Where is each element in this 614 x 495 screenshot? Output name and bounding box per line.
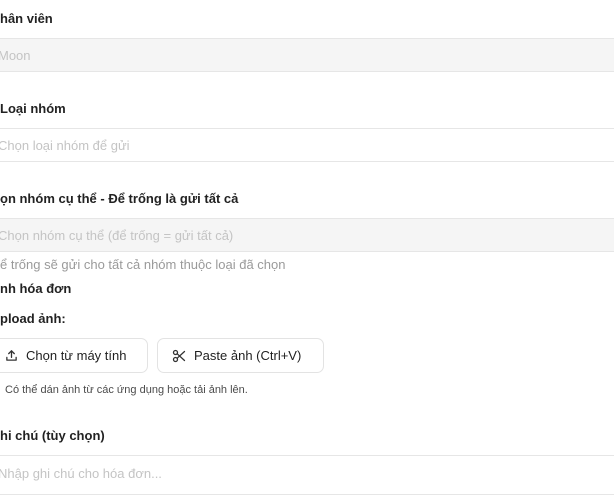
choose-from-computer-button[interactable]: Chọn từ máy tính [0,338,148,373]
employee-field[interactable]: Moon [0,38,614,72]
upload-label: pload ảnh: [0,311,66,326]
upload-icon [5,349,18,362]
note-placeholder: Nhập ghi chú cho hóa đơn... [0,465,162,481]
scissors-icon [172,349,186,363]
specific-group-placeholder: Chọn nhóm cụ thể (để trống = gửi tất cả) [0,227,234,243]
note-textarea[interactable]: Nhập ghi chú cho hóa đơn... [0,455,614,495]
specific-group-label: ọn nhóm cụ thể - Để trống là gửi tất cả [0,191,239,206]
group-type-select[interactable]: Chọn loại nhóm để gửi [0,128,614,162]
specific-group-select[interactable]: Chọn nhóm cụ thể (để trống = gửi tất cả) [0,218,614,252]
employee-value: Moon [0,47,31,63]
invoice-image-label: nh hóa đơn [0,281,72,296]
paste-image-button[interactable]: Paste ảnh (Ctrl+V) [157,338,324,373]
group-type-label: Loại nhóm [0,101,66,116]
employee-label: hân viên [0,11,53,26]
upload-help-text: Có thể dán ảnh từ các ứng dụng hoặc tải … [5,384,248,396]
paste-image-label: Paste ảnh (Ctrl+V) [194,348,302,363]
specific-group-hint: ể trống sẽ gửi cho tất cả nhóm thuộc loạ… [0,257,286,272]
note-label: hi chú (tùy chọn) [0,428,105,443]
choose-from-computer-label: Chọn từ máy tính [26,348,127,363]
group-type-placeholder: Chọn loại nhóm để gửi [0,137,130,153]
